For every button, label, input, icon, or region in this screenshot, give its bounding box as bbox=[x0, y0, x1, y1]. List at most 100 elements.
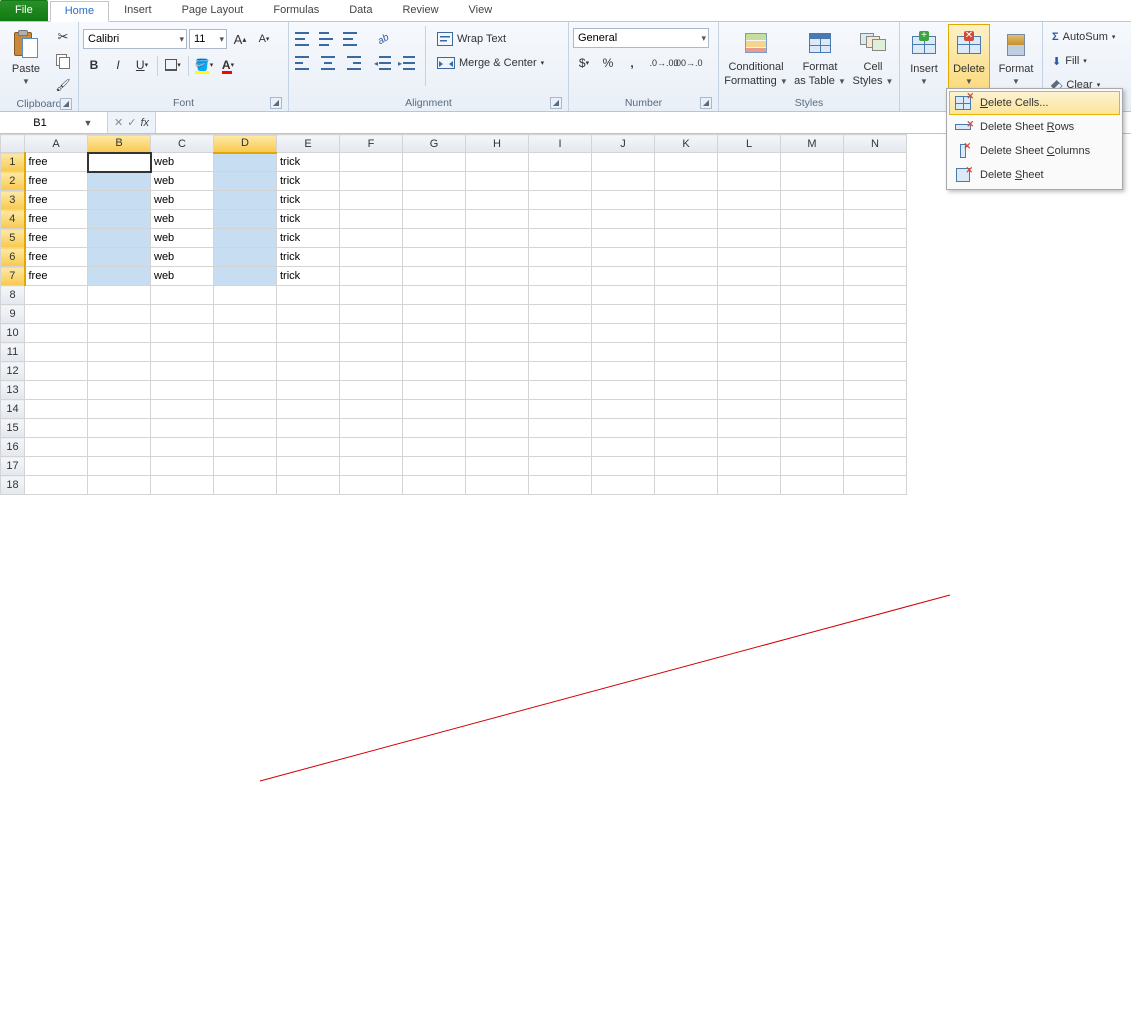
cell-E14[interactable] bbox=[277, 400, 340, 419]
chevron-down-icon[interactable]: ▼ bbox=[80, 118, 96, 128]
row-header-5[interactable]: 5 bbox=[1, 229, 25, 248]
cell-I18[interactable] bbox=[529, 476, 592, 495]
column-header-B[interactable]: B bbox=[88, 135, 151, 153]
cell-F17[interactable] bbox=[340, 457, 403, 476]
cell-G18[interactable] bbox=[403, 476, 466, 495]
cell-B13[interactable] bbox=[88, 381, 151, 400]
cell-B3[interactable] bbox=[88, 191, 151, 210]
cell-J15[interactable] bbox=[592, 419, 655, 438]
format-cells-button[interactable]: Format▼ bbox=[994, 24, 1038, 90]
align-top-button[interactable] bbox=[293, 28, 315, 50]
cell-E5[interactable]: trick bbox=[277, 229, 340, 248]
cell-C14[interactable] bbox=[151, 400, 214, 419]
cell-I7[interactable] bbox=[529, 267, 592, 286]
cell-F12[interactable] bbox=[340, 362, 403, 381]
tab-review[interactable]: Review bbox=[387, 0, 453, 21]
cell-C8[interactable] bbox=[151, 286, 214, 305]
cell-N3[interactable] bbox=[844, 191, 907, 210]
cell-K18[interactable] bbox=[655, 476, 718, 495]
cell-L12[interactable] bbox=[718, 362, 781, 381]
row-header-1[interactable]: 1 bbox=[1, 153, 25, 172]
cell-M8[interactable] bbox=[781, 286, 844, 305]
cell-E11[interactable] bbox=[277, 343, 340, 362]
row-header-11[interactable]: 11 bbox=[1, 343, 25, 362]
row-header-6[interactable]: 6 bbox=[1, 248, 25, 267]
cell-H6[interactable] bbox=[466, 248, 529, 267]
cell-J10[interactable] bbox=[592, 324, 655, 343]
cell-M3[interactable] bbox=[781, 191, 844, 210]
cell-J17[interactable] bbox=[592, 457, 655, 476]
cell-C17[interactable] bbox=[151, 457, 214, 476]
cell-J4[interactable] bbox=[592, 210, 655, 229]
cell-D2[interactable] bbox=[214, 172, 277, 191]
cell-D4[interactable] bbox=[214, 210, 277, 229]
autosum-button[interactable]: AutoSum▾ bbox=[1047, 26, 1120, 48]
cell-B2[interactable] bbox=[88, 172, 151, 191]
merge-center-button[interactable]: Merge & Center▾ bbox=[432, 52, 549, 74]
tab-view[interactable]: View bbox=[454, 0, 508, 21]
cell-A6[interactable]: free bbox=[25, 248, 88, 267]
cell-J5[interactable] bbox=[592, 229, 655, 248]
cell-M11[interactable] bbox=[781, 343, 844, 362]
cell-C5[interactable]: web bbox=[151, 229, 214, 248]
cell-H17[interactable] bbox=[466, 457, 529, 476]
cell-C12[interactable] bbox=[151, 362, 214, 381]
column-header-G[interactable]: G bbox=[403, 135, 466, 153]
cell-A3[interactable]: free bbox=[25, 191, 88, 210]
cell-K10[interactable] bbox=[655, 324, 718, 343]
cell-J13[interactable] bbox=[592, 381, 655, 400]
cell-F8[interactable] bbox=[340, 286, 403, 305]
cell-E4[interactable]: trick bbox=[277, 210, 340, 229]
cell-C3[interactable]: web bbox=[151, 191, 214, 210]
decrease-decimal-button[interactable]: .00→.0 bbox=[677, 52, 699, 74]
cell-F18[interactable] bbox=[340, 476, 403, 495]
cell-J9[interactable] bbox=[592, 305, 655, 324]
cell-A18[interactable] bbox=[25, 476, 88, 495]
cell-I15[interactable] bbox=[529, 419, 592, 438]
increase-indent-button[interactable] bbox=[397, 52, 419, 74]
tab-page-layout[interactable]: Page Layout bbox=[167, 0, 259, 21]
cell-A2[interactable]: free bbox=[25, 172, 88, 191]
italic-button[interactable]: I bbox=[107, 54, 129, 76]
cell-L18[interactable] bbox=[718, 476, 781, 495]
cell-K2[interactable] bbox=[655, 172, 718, 191]
cell-C4[interactable]: web bbox=[151, 210, 214, 229]
cell-F15[interactable] bbox=[340, 419, 403, 438]
row-header-7[interactable]: 7 bbox=[1, 267, 25, 286]
align-right-button[interactable] bbox=[341, 52, 363, 74]
dialog-launcher-clipboard[interactable]: ◢ bbox=[60, 98, 72, 110]
align-middle-button[interactable] bbox=[317, 28, 339, 50]
cell-G11[interactable] bbox=[403, 343, 466, 362]
cell-F2[interactable] bbox=[340, 172, 403, 191]
cell-L16[interactable] bbox=[718, 438, 781, 457]
cell-D11[interactable] bbox=[214, 343, 277, 362]
cell-H15[interactable] bbox=[466, 419, 529, 438]
cell-H2[interactable] bbox=[466, 172, 529, 191]
bold-button[interactable]: B bbox=[83, 54, 105, 76]
cell-C16[interactable] bbox=[151, 438, 214, 457]
shrink-font-button[interactable]: A▾ bbox=[253, 28, 275, 50]
orientation-button[interactable] bbox=[373, 28, 395, 50]
cell-M15[interactable] bbox=[781, 419, 844, 438]
cell-K8[interactable] bbox=[655, 286, 718, 305]
cell-K14[interactable] bbox=[655, 400, 718, 419]
format-painter-button[interactable] bbox=[52, 74, 74, 96]
copy-button[interactable] bbox=[52, 50, 74, 72]
cell-C13[interactable] bbox=[151, 381, 214, 400]
cell-J3[interactable] bbox=[592, 191, 655, 210]
cell-J12[interactable] bbox=[592, 362, 655, 381]
cell-C1[interactable]: web bbox=[151, 153, 214, 172]
tab-file[interactable]: File bbox=[0, 0, 48, 21]
cell-G5[interactable] bbox=[403, 229, 466, 248]
cell-G14[interactable] bbox=[403, 400, 466, 419]
cell-N14[interactable] bbox=[844, 400, 907, 419]
cell-F11[interactable] bbox=[340, 343, 403, 362]
cell-N10[interactable] bbox=[844, 324, 907, 343]
decrease-indent-button[interactable] bbox=[373, 52, 395, 74]
cell-A14[interactable] bbox=[25, 400, 88, 419]
cell-G4[interactable] bbox=[403, 210, 466, 229]
cell-D17[interactable] bbox=[214, 457, 277, 476]
row-header-2[interactable]: 2 bbox=[1, 172, 25, 191]
cell-M5[interactable] bbox=[781, 229, 844, 248]
align-left-button[interactable] bbox=[293, 52, 315, 74]
